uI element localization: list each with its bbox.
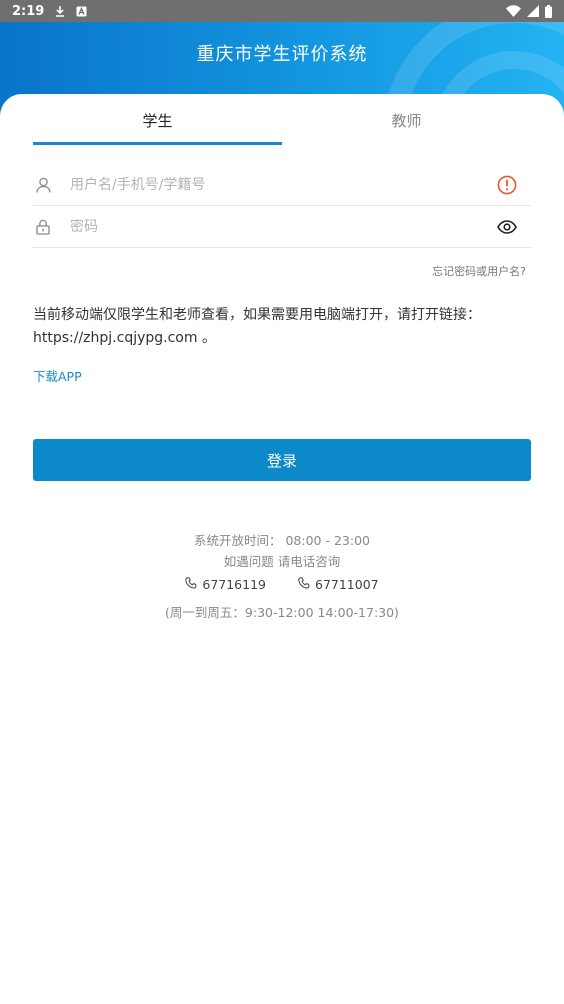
phone-2-number: 67711007 (315, 577, 379, 592)
signal-icon (527, 5, 539, 17)
page-title: 重庆市学生评价系统 (196, 44, 368, 65)
username-input[interactable] (70, 176, 470, 193)
tab-teacher[interactable]: 教师 (282, 94, 531, 146)
download-icon (54, 5, 66, 17)
open-time-text: 系统开放时间： 08:00 - 23:00 (194, 533, 370, 548)
phone-1[interactable]: 67716119 (185, 577, 266, 592)
phone-icon (185, 577, 197, 592)
warning-icon (497, 175, 517, 195)
lock-icon (35, 219, 51, 235)
download-app-link[interactable]: 下载APP (33, 366, 82, 385)
status-time: 2:19 (12, 3, 45, 19)
forgot-password-link[interactable]: 忘记密码或用户名? (432, 263, 526, 279)
status-bar: 2:19 (0, 0, 564, 22)
user-icon (35, 177, 51, 193)
phone-icon (298, 577, 310, 592)
battery-icon (545, 4, 552, 18)
phone-2[interactable]: 67711007 (298, 577, 379, 592)
wifi-icon (506, 5, 521, 17)
contact-text: 如遇问题 请电话咨询 (223, 554, 341, 569)
tab-teacher-label: 教师 (391, 111, 422, 130)
username-row (33, 164, 531, 206)
notice-line-1: 当前移动端仅限学生和老师查看，如果需要用电脑端打开，请打开链接： (33, 307, 481, 323)
show-password-eye-icon[interactable] (497, 219, 517, 234)
phone-1-number: 67716119 (202, 577, 266, 592)
password-row (33, 206, 531, 248)
login-button[interactable]: 登录 (33, 439, 531, 481)
password-input[interactable] (70, 218, 470, 235)
login-card: 学生 教师 忘记密码或用户名? 当前移动端仅限学生和老师查看，如果需要用电脑端打… (0, 94, 564, 1004)
notice-text: 当前移动端仅限学生和老师查看，如果需要用电脑端打开，请打开链接： https:/… (33, 304, 531, 350)
tab-student-label: 学生 (142, 111, 173, 130)
role-tabs: 学生 教师 (33, 94, 531, 146)
notice-line-2: https://zhpj.cqjypg.com 。 (33, 330, 216, 346)
phone-numbers: 67716119 67711007 (0, 577, 564, 592)
tab-student[interactable]: 学生 (33, 94, 282, 146)
service-hours-text: (周一到周五：9:30-12:00 14:00-17:30) (165, 605, 399, 620)
app-notification-icon (76, 6, 87, 17)
